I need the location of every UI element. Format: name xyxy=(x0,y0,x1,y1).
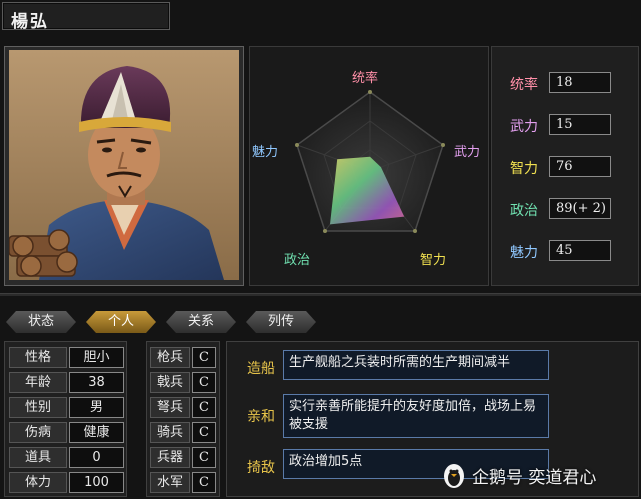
officer-name-bar: 楊弘 xyxy=(2,2,170,32)
apt-value: C xyxy=(192,347,216,368)
tab-biography[interactable]: 列传 xyxy=(246,311,316,333)
apt-value: C xyxy=(192,397,216,418)
skill-description: 生产舰船之兵装时所需的生产期间减半 xyxy=(283,350,549,380)
stat-row-intelligence: 智力 76 xyxy=(492,156,640,178)
info-row-stamina: 体力 100 xyxy=(9,472,127,493)
stat-row-charm: 魅力 45 xyxy=(492,240,640,262)
officer-name: 楊弘 xyxy=(11,12,49,32)
tab-status[interactable]: 状态 xyxy=(6,311,76,333)
info-label: 性格 xyxy=(9,347,67,368)
info-label: 体力 xyxy=(9,472,67,493)
info-value: 健康 xyxy=(69,422,124,443)
apt-row-navy: 水军 C xyxy=(150,472,218,493)
radar-label-politics: 政治 xyxy=(284,253,311,268)
radar-vertex xyxy=(441,143,445,147)
info-value: 0 xyxy=(69,447,124,468)
info-label: 道具 xyxy=(9,447,67,468)
stat-row-politics: 政治 89(+ 2) xyxy=(492,198,640,220)
radar-vertex xyxy=(368,90,372,94)
info-label: 性别 xyxy=(9,397,67,418)
radar-label-charm: 魅力 xyxy=(252,145,279,160)
apt-value: C xyxy=(192,447,216,468)
tab-relations[interactable]: 关系 xyxy=(166,311,236,333)
officer-portrait xyxy=(9,50,239,280)
penguin-icon xyxy=(444,464,464,488)
radar-panel: 统率 武力 智力 政治 魅力 xyxy=(249,46,489,286)
apt-label: 弩兵 xyxy=(150,397,190,418)
apt-row-spear: 枪兵 C xyxy=(150,347,218,368)
info-label: 伤病 xyxy=(9,422,67,443)
watermark-text: 企鹅号 奕道君心 xyxy=(472,468,597,488)
radar-label-intelligence: 智力 xyxy=(420,253,447,268)
section-divider xyxy=(0,293,641,296)
apt-value: C xyxy=(192,372,216,393)
personal-info-panel: 性格 胆小 年龄 38 性别 男 伤病 健康 道具 0 体力 100 xyxy=(4,341,127,497)
apt-value: C xyxy=(192,422,216,443)
radar-vertex xyxy=(295,143,299,147)
info-label: 年龄 xyxy=(9,372,67,393)
apt-label: 水军 xyxy=(150,472,190,493)
stat-label: 统率 xyxy=(510,77,538,93)
apt-value: C xyxy=(192,472,216,493)
apt-label: 骑兵 xyxy=(150,422,190,443)
stat-row-war: 武力 15 xyxy=(492,114,640,136)
apt-row-halberd: 戟兵 C xyxy=(150,372,218,393)
tab-personal[interactable]: 个人 xyxy=(86,311,156,333)
radar-label-leadership: 统率 xyxy=(352,71,379,86)
info-value: 胆小 xyxy=(69,347,124,368)
radar-vertex xyxy=(323,229,327,233)
apt-row-siege: 兵器 C xyxy=(150,447,218,468)
apt-row-crossbow: 弩兵 C xyxy=(150,397,218,418)
info-row-personality: 性格 胆小 xyxy=(9,347,127,368)
stat-label: 魅力 xyxy=(510,245,538,261)
info-value: 38 xyxy=(69,372,124,393)
info-row-age: 年龄 38 xyxy=(9,372,127,393)
stat-value: 76 xyxy=(549,156,611,177)
troop-aptitude-panel: 枪兵 C 戟兵 C 弩兵 C 骑兵 C 兵器 C 水军 C xyxy=(146,341,220,497)
watermark: 企鹅号 奕道君心 xyxy=(436,460,636,490)
apt-label: 枪兵 xyxy=(150,347,190,368)
skill-name: 亲和 xyxy=(247,409,275,425)
skill-name: 掎敌 xyxy=(247,460,275,476)
apt-label: 兵器 xyxy=(150,447,190,468)
stat-value: 15 xyxy=(549,114,611,135)
stat-label: 武力 xyxy=(510,119,538,135)
radar-label-war: 武力 xyxy=(454,145,481,160)
apt-label: 戟兵 xyxy=(150,372,190,393)
stats-panel: 统率 18 武力 15 智力 76 政治 89(+ 2) 魅力 45 xyxy=(491,46,639,286)
info-row-gender: 性别 男 xyxy=(9,397,127,418)
info-row-items: 道具 0 xyxy=(9,447,127,468)
stat-row-leadership: 统率 18 xyxy=(492,72,640,94)
apt-row-cavalry: 骑兵 C xyxy=(150,422,218,443)
skill-name: 造船 xyxy=(247,361,275,377)
stat-value: 18 xyxy=(549,72,611,93)
info-value: 100 xyxy=(69,472,124,493)
stat-value: 89(+ 2) xyxy=(549,198,611,219)
radar-vertex xyxy=(413,229,417,233)
stat-label: 智力 xyxy=(510,161,538,177)
stat-value: 45 xyxy=(549,240,611,261)
skill-description: 实行亲善所能提升的友好度加倍，战场上易被支援 xyxy=(283,394,549,438)
stat-label: 政治 xyxy=(510,203,538,219)
info-row-injury: 伤病 健康 xyxy=(9,422,127,443)
info-value: 男 xyxy=(69,397,124,418)
